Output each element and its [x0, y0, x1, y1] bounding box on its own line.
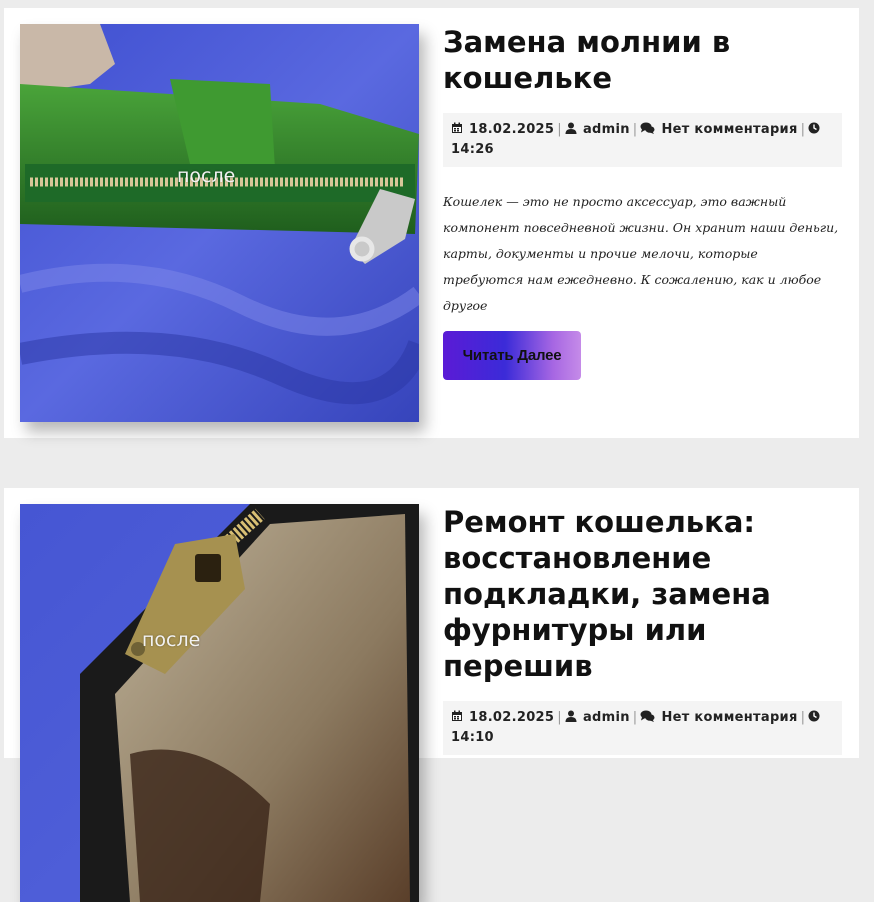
post-content: Замена молнии в кошельке 18.02.2025 | adm…	[443, 24, 842, 380]
image-caption: после	[177, 165, 236, 187]
meta-separator: |	[800, 710, 806, 725]
post-card: после Ремонт кошелька: восстановление по…	[4, 488, 859, 902]
post-author[interactable]: admin	[583, 122, 630, 137]
comments-icon	[640, 121, 655, 134]
meta-separator: |	[632, 122, 638, 137]
post-thumbnail[interactable]: после	[20, 24, 419, 422]
post-meta: 18.02.2025 | admin | Нет комментария | 14:1…	[443, 701, 842, 755]
post-comments-link[interactable]: Нет комментария	[661, 122, 797, 137]
post-content: Ремонт кошелька: восстановление подкладк…	[443, 504, 842, 755]
post-comments-link[interactable]: Нет комментария	[661, 710, 797, 725]
calendar-icon	[451, 709, 463, 721]
comments-icon	[640, 709, 655, 722]
image-caption: после	[142, 629, 201, 651]
wallet-zipper-photo	[20, 24, 419, 422]
post-thumbnail[interactable]: после	[20, 504, 419, 902]
calendar-icon	[451, 121, 463, 133]
post-time: 14:10	[451, 730, 494, 745]
post-date[interactable]: 18.02.2025	[469, 122, 554, 137]
post-excerpt: Кошелек — это не просто аксессуар, это в…	[443, 194, 839, 313]
meta-separator: |	[800, 122, 806, 137]
post-card: после Замена молнии в кошельке 18.02.202…	[4, 8, 859, 438]
user-icon	[565, 121, 577, 134]
post-date[interactable]: 18.02.2025	[469, 710, 554, 725]
post-title[interactable]: Ремонт кошелька: восстановление подкладк…	[443, 504, 842, 684]
read-more-button[interactable]: Читать Далее	[443, 331, 581, 380]
post-author[interactable]: admin	[583, 710, 630, 725]
meta-separator: |	[557, 710, 562, 725]
meta-separator: |	[557, 122, 562, 137]
clock-icon	[808, 121, 820, 134]
meta-separator: |	[632, 710, 638, 725]
user-icon	[565, 709, 577, 722]
post-time: 14:26	[451, 142, 494, 157]
post-title[interactable]: Замена молнии в кошельке	[443, 24, 842, 96]
post-meta: 18.02.2025 | admin | Нет комментария | 14:2…	[443, 113, 842, 167]
clock-icon	[808, 709, 820, 722]
wallet-lining-photo	[20, 504, 419, 902]
